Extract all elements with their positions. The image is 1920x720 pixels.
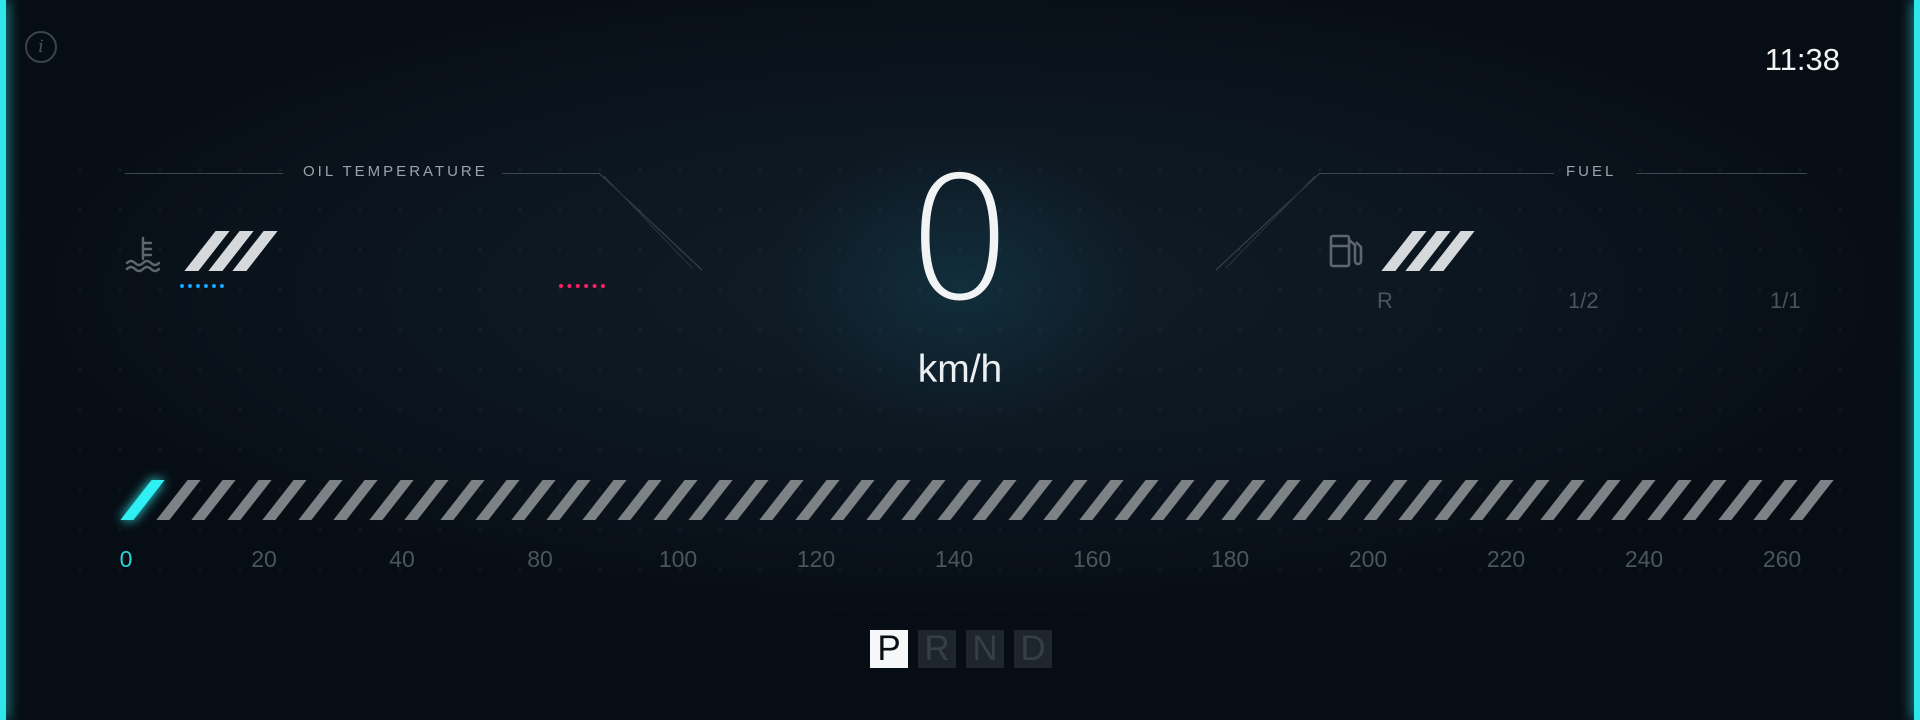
speed-value: 0 [905, 141, 1015, 339]
speedometer-segment [1220, 480, 1266, 520]
speed-tick: 140 [934, 546, 974, 572]
speedometer-segment [830, 480, 875, 520]
speedometer-segment [723, 480, 769, 520]
speedometer-segment [1185, 480, 1230, 520]
speed-tick: 240 [1624, 546, 1664, 572]
speedometer-segment [652, 480, 698, 520]
gear-neutral[interactable]: N [966, 629, 1004, 668]
speedometer-segment [155, 480, 201, 520]
speedometer-segment [1007, 480, 1053, 520]
speedometer-segment [439, 480, 485, 520]
speedometer-segment [368, 480, 414, 520]
speedometer-segment [1327, 480, 1372, 520]
speedometer-segment [191, 480, 236, 520]
speedometer-segment [475, 480, 520, 520]
speed-unit: km/h [917, 348, 1003, 391]
speedometer-segment [1575, 480, 1621, 520]
fuel-level [1381, 231, 1475, 271]
speedometer-segment [1682, 480, 1727, 520]
speedometer-segment [297, 480, 343, 520]
speedometer-segment [226, 480, 272, 520]
speedometer-segment [1611, 480, 1656, 520]
speedometer-segment [1149, 480, 1195, 520]
speedometer-segment [1646, 480, 1692, 520]
speedometer-segment [546, 480, 591, 520]
speedometer-segment [1469, 480, 1514, 520]
speedometer-segment [333, 480, 378, 520]
fuel-mark-half: 1/2 [1568, 288, 1599, 313]
speedometer-segment [794, 480, 840, 520]
speedometer-segment [581, 480, 627, 520]
speedometer-segment [688, 480, 733, 520]
speedometer-segment [262, 480, 307, 520]
speedometer-segment [1717, 480, 1763, 520]
speedometer-segment [1078, 480, 1124, 520]
speed-tick: 180 [1210, 546, 1250, 572]
speedometer-segment [972, 480, 1017, 520]
speed-tick: 220 [1486, 546, 1526, 572]
speed-tick: 80 [527, 546, 553, 572]
speedometer-segment [617, 480, 662, 520]
gear-drive[interactable]: D [1014, 629, 1052, 668]
speed-tick: 20 [251, 546, 277, 572]
speed-tick: 0 [119, 546, 133, 572]
speedometer-bar [120, 480, 1834, 520]
speedometer-segment [1398, 480, 1443, 520]
speed-tick: 120 [796, 546, 836, 572]
speedometer-segment [1504, 480, 1550, 520]
speedometer-segment [1043, 480, 1088, 520]
speedometer-segment [936, 480, 982, 520]
gear-reverse[interactable]: R [918, 629, 956, 668]
speed-tick: 100 [658, 546, 698, 572]
gear-park[interactable]: P [870, 629, 908, 668]
speedometer-segment [1256, 480, 1301, 520]
speedometer-segment [404, 480, 449, 520]
speedometer-segment [759, 480, 804, 520]
speedometer-segment [865, 480, 911, 520]
speed-tick: 40 [389, 546, 415, 572]
speed-tick: 200 [1348, 546, 1388, 572]
speedometer-segment [1753, 480, 1798, 520]
speed-tick: 260 [1762, 546, 1802, 572]
speedometer-segment [901, 480, 946, 520]
speedometer-segment [1540, 480, 1585, 520]
speedometer-segment [1433, 480, 1479, 520]
speed-tick: 160 [1072, 546, 1112, 572]
fuel-mark-reserve: R [1377, 288, 1393, 313]
speedometer-segment [510, 480, 556, 520]
speedometer-segment [1362, 480, 1408, 520]
speedometer-segment [1291, 480, 1337, 520]
speedometer-segment [1114, 480, 1159, 520]
fuel-mark-full: 1/1 [1770, 288, 1801, 313]
